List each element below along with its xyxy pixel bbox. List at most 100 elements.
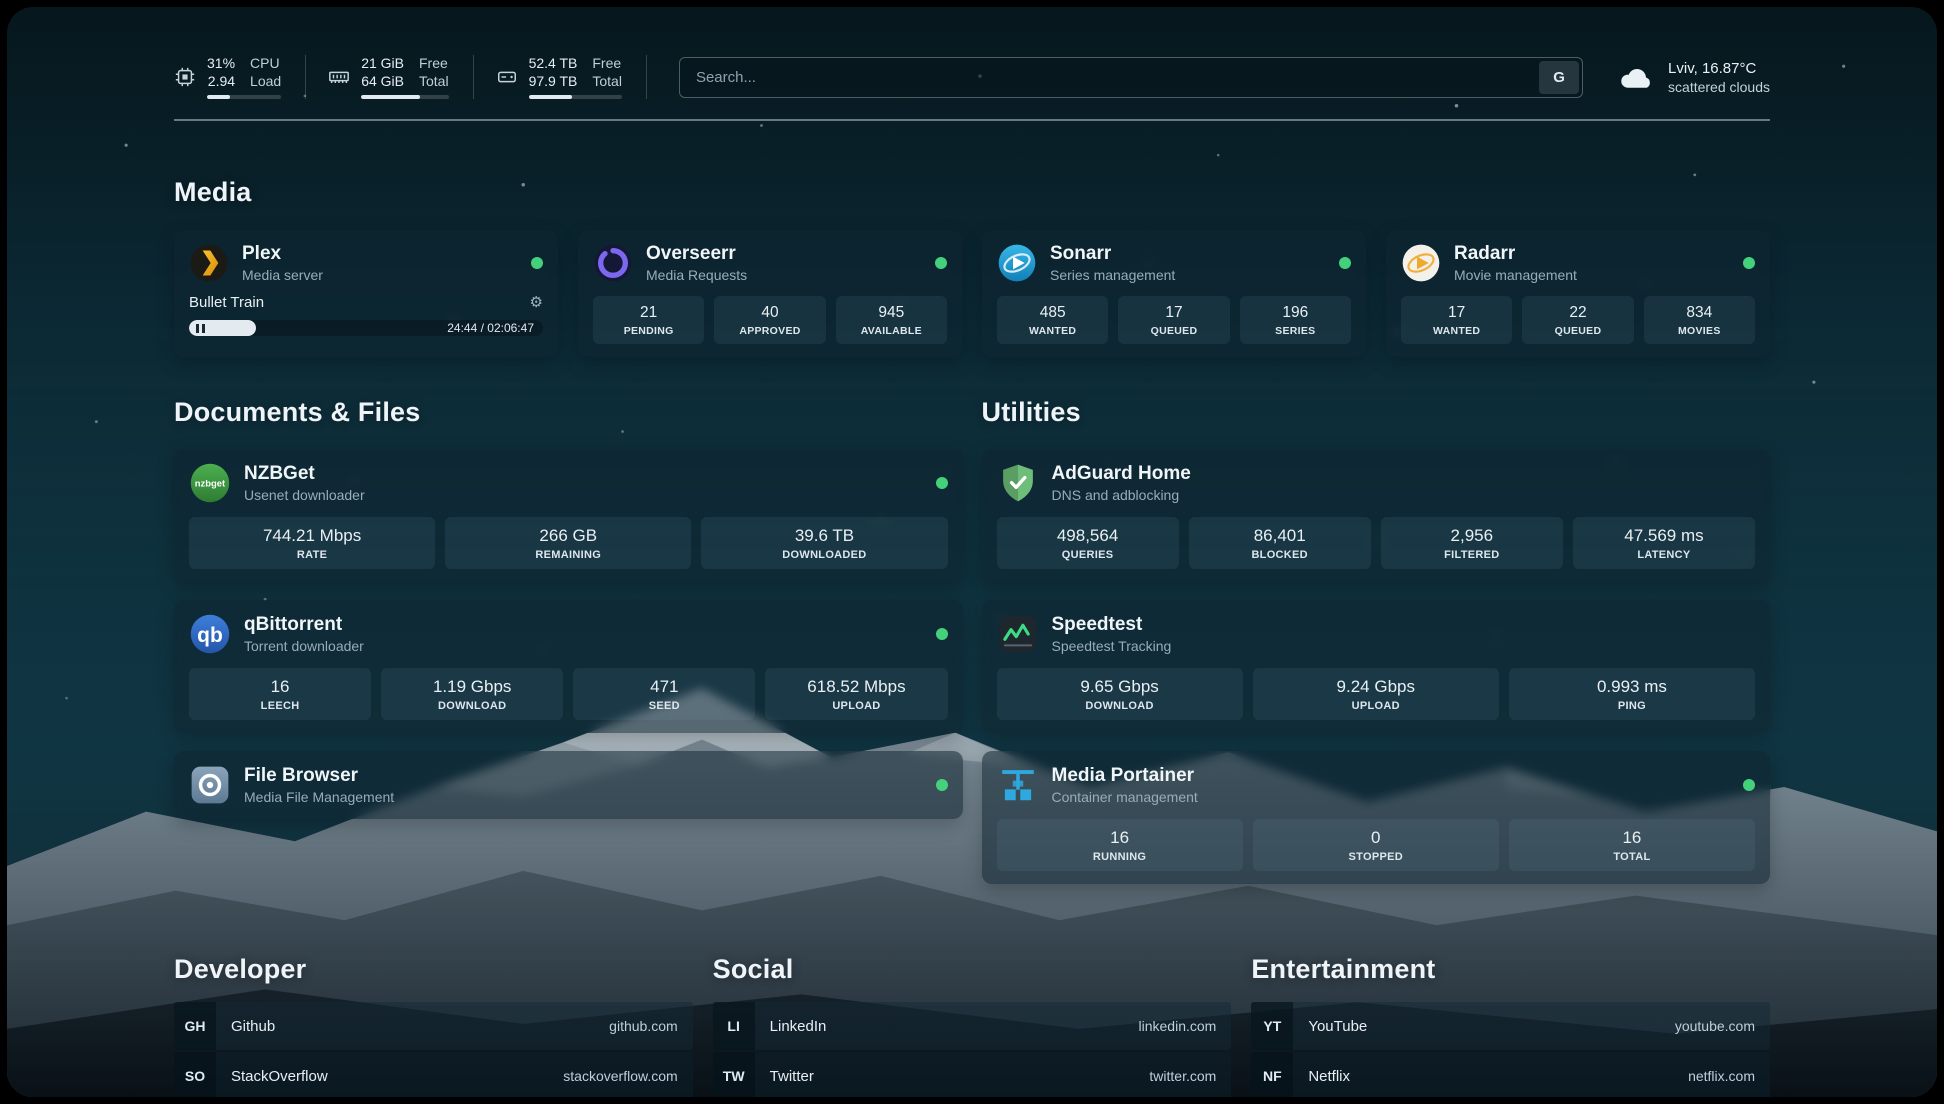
bookmark-github[interactable]: GH Github github.com xyxy=(174,1002,693,1050)
stat-value: 17 xyxy=(1403,304,1510,322)
status-dot xyxy=(936,779,948,791)
cpu-widget: 31% 2.94 CPU Load xyxy=(174,55,306,99)
cpu-label2: Load xyxy=(250,73,281,89)
stat-label: TOTAL xyxy=(1512,851,1752,863)
svg-text:nzbget: nzbget xyxy=(195,479,226,490)
stat-value: 40 xyxy=(716,304,823,322)
adguard-card[interactable]: AdGuard Home DNS and adblocking 498,564Q… xyxy=(982,449,1771,582)
stat-label: WANTED xyxy=(999,325,1106,337)
stat-label: RUNNING xyxy=(1000,851,1240,863)
nzbget-icon: nzbget xyxy=(189,462,231,504)
sonarr-card[interactable]: Sonarr Series management 485WANTED 17QUE… xyxy=(982,230,1366,357)
bookmark-twitter[interactable]: TW Twitter twitter.com xyxy=(713,1052,1232,1097)
filebrowser-header: File Browser Media File Management xyxy=(189,764,948,806)
disk-label: Free xyxy=(592,55,621,71)
plex-card[interactable]: Plex Media server Bullet Train ⚙ 24:44 /… xyxy=(174,230,558,357)
sonarr-stats: 485WANTED 17QUEUED 196SERIES xyxy=(997,296,1351,344)
bookmark-youtube[interactable]: YT YouTube youtube.com xyxy=(1251,1002,1770,1050)
filebrowser-card[interactable]: File Browser Media File Management xyxy=(174,751,963,819)
playback-progress-bar[interactable]: 24:44 / 02:06:47 xyxy=(189,320,543,336)
bookmark-url: twitter.com xyxy=(1149,1068,1216,1084)
stat: 471SEED xyxy=(573,668,755,720)
cpu-load: 2.94 xyxy=(208,73,235,89)
overseerr-header: Overseerr Media Requests xyxy=(593,243,947,283)
ram-label2: Total xyxy=(419,73,449,89)
speedtest-header: Speedtest Speedtest Tracking xyxy=(997,613,1756,655)
search-engine-button[interactable]: G xyxy=(1539,61,1579,94)
stat: 17QUEUED xyxy=(1118,296,1229,344)
portainer-header: Media Portainer Container management xyxy=(997,764,1756,806)
ram-label: Free xyxy=(419,55,448,71)
stat: 16TOTAL xyxy=(1509,819,1755,871)
stat: 485WANTED xyxy=(997,296,1108,344)
stat-label: UPLOAD xyxy=(1256,700,1496,712)
stat: 1.19 GbpsDOWNLOAD xyxy=(381,668,563,720)
status-dot xyxy=(1743,779,1755,791)
qbittorrent-icon: qb xyxy=(189,613,231,655)
dashboard-screen: 31% 2.94 CPU Load xyxy=(7,7,1937,1097)
portainer-card[interactable]: Media Portainer Container management 16R… xyxy=(982,751,1771,884)
cpu-icon xyxy=(174,66,196,88)
stat-value: 22 xyxy=(1524,304,1631,322)
stat-value: 9.24 Gbps xyxy=(1256,677,1496,697)
app-subtitle: Media Requests xyxy=(646,267,747,283)
app-name: Radarr xyxy=(1454,243,1577,265)
overseerr-card[interactable]: Overseerr Media Requests 21PENDING 40APP… xyxy=(578,230,962,357)
stat: 744.21 MbpsRATE xyxy=(189,517,435,569)
top-bar: 31% 2.94 CPU Load xyxy=(174,41,1770,113)
search-bar: G xyxy=(679,57,1583,98)
app-name: Speedtest xyxy=(1052,614,1172,636)
app-name: Sonarr xyxy=(1050,243,1175,265)
app-name: Media Portainer xyxy=(1052,765,1198,787)
pause-icon[interactable] xyxy=(196,324,205,333)
section-title-utilities: Utilities xyxy=(982,397,1771,428)
speedtest-card[interactable]: Speedtest Speedtest Tracking 9.65 GbpsDO… xyxy=(982,600,1771,733)
stat: 2,956FILTERED xyxy=(1381,517,1563,569)
weather-widget: Lviv, 16.87°C scattered clouds xyxy=(1617,60,1770,95)
gear-icon[interactable]: ⚙ xyxy=(530,295,543,310)
disk-icon xyxy=(496,66,518,88)
qbittorrent-card[interactable]: qb qBittorrent Torrent downloader 16LEEC… xyxy=(174,600,963,733)
stat: 86,401BLOCKED xyxy=(1189,517,1371,569)
ram-widget: 21 GiB 64 GiB Free Total xyxy=(328,55,473,99)
stat: 0STOPPED xyxy=(1253,819,1499,871)
bookmark-stackoverflow[interactable]: SO StackOverflow stackoverflow.com xyxy=(174,1052,693,1097)
stat: 834MOVIES xyxy=(1644,296,1755,344)
app-name: Plex xyxy=(242,243,323,265)
search-input[interactable] xyxy=(683,69,1539,86)
stat-label: FILTERED xyxy=(1384,549,1560,561)
section-title-documents: Documents & Files xyxy=(174,397,963,428)
stat-label: WANTED xyxy=(1403,325,1510,337)
stat-value: 47.569 ms xyxy=(1576,526,1752,546)
stat: 196SERIES xyxy=(1240,296,1351,344)
portainer-stats: 16RUNNING 0STOPPED 16TOTAL xyxy=(997,819,1756,871)
bookmark-badge: TW xyxy=(713,1052,755,1097)
bookmark-netflix[interactable]: NF Netflix netflix.com xyxy=(1251,1052,1770,1097)
bookmark-url: youtube.com xyxy=(1675,1018,1755,1034)
stat: 266 GBREMAINING xyxy=(445,517,691,569)
stat-value: 17 xyxy=(1120,304,1227,322)
qbittorrent-header: qb qBittorrent Torrent downloader xyxy=(189,613,948,655)
bookmark-name: YouTube xyxy=(1308,1018,1367,1035)
app-subtitle: Media server xyxy=(242,267,323,283)
stat-value: 16 xyxy=(192,677,368,697)
section-media: Media Plex Medi xyxy=(174,177,1770,357)
stat-label: AVAILABLE xyxy=(838,325,945,337)
app-name: qBittorrent xyxy=(244,614,364,636)
radarr-card[interactable]: Radarr Movie management 17WANTED 22QUEUE… xyxy=(1386,230,1770,357)
playback-time: 24:44 / 02:06:47 xyxy=(447,320,534,336)
radarr-stats: 17WANTED 22QUEUED 834MOVIES xyxy=(1401,296,1755,344)
bookmark-linkedin[interactable]: LI LinkedIn linkedin.com xyxy=(713,1002,1232,1050)
stat: 16RUNNING xyxy=(997,819,1243,871)
stat-value: 21 xyxy=(595,304,702,322)
stat: 21 PENDING xyxy=(593,296,704,344)
stat: 9.24 Gbps UPLOAD xyxy=(1253,668,1499,720)
cloud-icon xyxy=(1617,62,1655,92)
stat-label: PENDING xyxy=(595,325,702,337)
stat-label: BLOCKED xyxy=(1192,549,1368,561)
ram-progress-bar xyxy=(361,95,448,99)
nzbget-stats: 744.21 MbpsRATE 266 GBREMAINING 39.6 TBD… xyxy=(189,517,948,569)
nzbget-card[interactable]: nzbget NZBGet Usenet downloader 744.21 M… xyxy=(174,449,963,582)
plex-header: Plex Media server xyxy=(189,243,543,283)
app-name: Overseerr xyxy=(646,243,747,265)
